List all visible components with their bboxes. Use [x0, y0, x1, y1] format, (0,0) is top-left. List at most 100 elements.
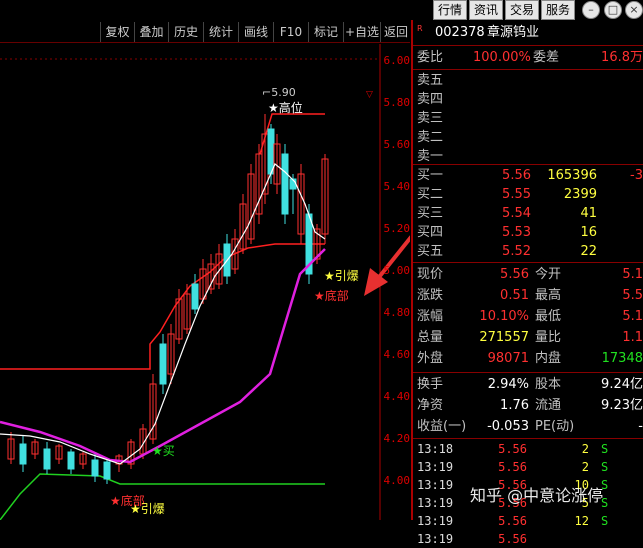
fund-value-2: 9.23亿 — [601, 398, 643, 413]
price-tick: 4.00 — [383, 474, 411, 487]
quote-label: 外盘 — [417, 351, 444, 366]
separator — [413, 372, 643, 373]
toolbar-mark-button[interactable]: 标记 — [308, 22, 343, 42]
candle-body — [91, 459, 99, 477]
ma-line — [0, 163, 326, 465]
sell-row: 卖三 — [413, 109, 643, 128]
candle-body — [191, 283, 199, 310]
separator — [413, 164, 643, 165]
bottom-signal-label-2: ★底部 — [314, 289, 349, 303]
toolbar-back-button[interactable]: 返回 — [380, 22, 411, 42]
quote-label-2: 内盘 — [535, 351, 562, 366]
candle-body — [19, 443, 27, 465]
toolbar-add-watchlist-button[interactable]: +自选 — [343, 22, 380, 42]
quote-value-2: 17348 — [601, 351, 643, 366]
tick-row: 13:19 5.56 12 S — [413, 512, 643, 530]
buy-row: 买一 5.56 165396 -3 — [413, 166, 643, 185]
buy-volume: 2399 — [563, 187, 597, 202]
candle-body — [159, 343, 167, 385]
quote-value: 98071 — [487, 351, 529, 366]
buy-row: 买三 5.54 41 — [413, 204, 643, 223]
tick-time: 13:18 — [417, 442, 454, 456]
toolbar-history-button[interactable]: 历史 — [168, 22, 203, 42]
price-tick: 4.20 — [383, 432, 411, 445]
tick-price: 5.56 — [498, 514, 527, 528]
minimize-icon[interactable]: – — [582, 1, 600, 19]
tick-time: 13:19 — [417, 496, 454, 510]
quote-row: 外盘 98071 内盘 17348 — [413, 348, 643, 369]
fund-value-2: 9.24亿 — [601, 377, 643, 392]
toolbar-overlay-button[interactable]: 叠加 — [134, 22, 168, 42]
price-tick: 5.80 — [383, 96, 411, 109]
weicha-value: 16.8万 — [601, 50, 643, 65]
price-tick: 6.00 — [383, 54, 411, 67]
tick-direction: S — [601, 442, 609, 456]
title-bar: 行情 资讯 交易 服务 – □ × — [0, 0, 643, 20]
buy-volume: 165396 — [547, 168, 597, 183]
buy-volume: 16 — [580, 225, 597, 240]
buy-volume: 22 — [580, 244, 597, 259]
quote-row: 现价 5.56 今开 5.1 — [413, 264, 643, 285]
watermark-text: 知乎 @中意论涨停 — [470, 486, 604, 505]
separator — [413, 262, 643, 263]
tick-volume: 2 — [581, 460, 589, 474]
candle-body — [281, 153, 289, 215]
tab-quotes[interactable]: 行情 — [433, 0, 467, 20]
buy-price: 5.55 — [502, 187, 531, 202]
sell-row: 卖二 — [413, 128, 643, 147]
fund-row: 收益(一) -0.053 PE(动) - — [413, 416, 643, 437]
weibi-value: 100.00% — [473, 50, 531, 65]
tick-direction: S — [601, 460, 609, 474]
quote-label-2: 今开 — [535, 267, 562, 282]
candle-body — [103, 461, 111, 480]
tab-news[interactable]: 资讯 — [469, 0, 503, 20]
tab-service[interactable]: 服务 — [541, 0, 575, 20]
quote-label: 总量 — [417, 330, 444, 345]
high-position-label: ★高位 — [268, 101, 303, 115]
tick-time: 13:19 — [417, 514, 454, 528]
tick-time: 13:19 — [417, 478, 454, 492]
buy-row: 买二 5.55 2399 — [413, 185, 643, 204]
toolbar-f10-button[interactable]: F10 — [273, 22, 308, 42]
buy-label: 买一 — [417, 168, 444, 183]
toolbar-stats-button[interactable]: 统计 — [203, 22, 238, 42]
fund-label-2: 股本 — [535, 377, 562, 392]
quote-row: 总量 271557 量比 1.1 — [413, 327, 643, 348]
price-tick: 5.20 — [383, 222, 411, 235]
sell-label: 卖四 — [417, 92, 444, 107]
buy-label: 买四 — [417, 225, 444, 240]
chevron-down-icon[interactable]: ▽ — [366, 90, 373, 100]
chart-toolbar: 复权 叠加 历史 统计 画线 F10 标记 +自选 返回 — [0, 22, 410, 42]
restore-icon[interactable]: □ — [604, 1, 622, 19]
price-tick: 4.40 — [383, 390, 411, 403]
tick-row: 13:19 5.56 — [413, 530, 643, 548]
fund-label: 换手 — [417, 377, 444, 392]
quote-label-2: 最高 — [535, 288, 562, 303]
toolbar-fuquan-button[interactable]: 复权 — [100, 22, 134, 42]
toolbar-draw-button[interactable]: 画线 — [238, 22, 273, 42]
buy-price: 5.56 — [502, 168, 531, 183]
kline-chart[interactable]: 6.00 5.80 5.60 5.40 5.20 5.00 4.80 4.60 … — [0, 44, 410, 520]
tick-direction: S — [601, 514, 609, 528]
close-icon[interactable]: × — [625, 1, 643, 19]
price-tick: 4.80 — [383, 306, 411, 319]
yinbao-signal-label-2: ★引爆 — [324, 269, 359, 283]
quote-value: 10.10% — [479, 309, 529, 324]
quote-value-2: 5.1 — [622, 309, 643, 324]
separator — [413, 45, 643, 46]
buy-label: 买三 — [417, 206, 444, 221]
tick-row: 13:19 5.56 2 S — [413, 458, 643, 476]
tab-trade[interactable]: 交易 — [505, 0, 539, 20]
quote-label: 现价 — [417, 267, 444, 282]
quote-row: 涨跌 0.51 最高 5.5 — [413, 285, 643, 306]
tick-time: 13:19 — [417, 532, 454, 546]
buy-price: 5.53 — [502, 225, 531, 240]
tick-time: 13:19 — [417, 460, 454, 474]
buy-volume: 41 — [580, 206, 597, 221]
quote-value-2: 5.5 — [622, 288, 643, 303]
buy-label: 买五 — [417, 244, 444, 259]
buy-label: 买二 — [417, 187, 444, 202]
tick-volume: 12 — [574, 514, 589, 528]
quote-value-2: 1.1 — [622, 330, 643, 345]
quote-label-2: 量比 — [535, 330, 562, 345]
